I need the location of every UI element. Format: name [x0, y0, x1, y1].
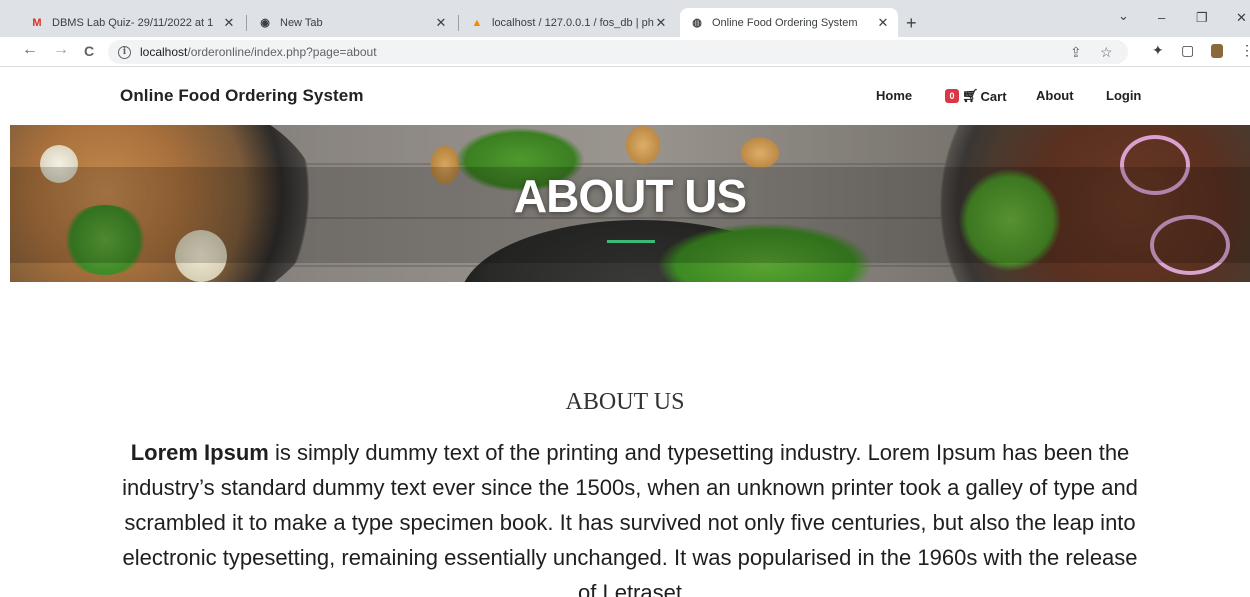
nav-cart-label: Cart	[980, 88, 1007, 104]
cashew-nut	[740, 137, 780, 169]
nav-about[interactable]: About	[1036, 88, 1074, 103]
cashew-nut	[625, 125, 661, 165]
gmail-icon: M	[32, 16, 42, 29]
nav-home[interactable]: Home	[876, 88, 912, 103]
browser-menu-icon[interactable]: ⋮	[1240, 42, 1250, 59]
paragraph-text: is simply dummy text of the printing and…	[122, 440, 1138, 597]
minimize-icon[interactable]: –	[1158, 10, 1165, 25]
restore-icon[interactable]: ❐	[1196, 10, 1208, 26]
tab-title: New Tab	[280, 16, 323, 29]
tab-separator	[458, 15, 459, 31]
close-icon[interactable]: ✕	[434, 15, 448, 31]
nav-login[interactable]: Login	[1106, 88, 1141, 103]
about-paragraph: Lorem Ipsum is simply dummy text of the …	[118, 435, 1142, 597]
hero-banner: ABOUT US	[10, 125, 1250, 282]
address-bar[interactable]: i localhost/orderonline/index.php?page=a…	[108, 40, 1128, 64]
about-heading-text: ABOUT US	[565, 389, 685, 415]
tab-online-food[interactable]: ◍ Online Food Ordering System ✕	[680, 8, 898, 37]
about-heading: ABOUT US	[0, 389, 1250, 416]
info-icon[interactable]: i	[118, 45, 131, 59]
share-icon[interactable]: ⇪	[1070, 44, 1082, 61]
lead-bold-text: Lorem Ipsum	[130, 440, 269, 465]
url-path: /orderonline/index.php?page=about	[187, 45, 377, 59]
tab-search-icon[interactable]: ⌄	[1118, 8, 1129, 24]
cart-icon: 🛒︎	[962, 88, 979, 103]
side-panel-icon[interactable]: ▢	[1181, 42, 1194, 59]
cart-count-badge: 0	[945, 89, 959, 103]
nav-cart[interactable]: 0 🛒︎ Cart	[945, 88, 1007, 104]
browser-toolbar: ← → C i localhost/orderonline/index.php?…	[0, 37, 1250, 67]
tab-separator	[246, 15, 247, 31]
close-icon[interactable]: ✕	[876, 15, 890, 31]
brand-title[interactable]: Online Food Ordering System	[120, 86, 364, 106]
bookmark-star-icon[interactable]: ☆	[1100, 44, 1113, 61]
back-icon[interactable]: ←	[22, 41, 38, 59]
extensions-icon[interactable]: ✦	[1152, 42, 1164, 59]
site-navbar: Online Food Ordering System Home 0 🛒︎ Ca…	[0, 67, 1250, 125]
phpmyadmin-icon: ▲	[471, 16, 483, 29]
close-icon[interactable]: ✕	[654, 15, 668, 31]
window-close-icon[interactable]: ✕	[1236, 10, 1247, 26]
hero-title: ABOUT US	[513, 170, 747, 222]
browser-tab-bar: M DBMS Lab Quiz- 29/11/2022 at 1 ✕ ◉ New…	[0, 0, 1250, 37]
forward-icon[interactable]: →	[53, 41, 69, 59]
tab-title: Online Food Ordering System	[712, 16, 858, 29]
profile-avatar[interactable]	[1211, 44, 1223, 58]
url-host: localhost	[140, 45, 188, 59]
hero-divider	[607, 240, 655, 243]
reload-icon[interactable]: C	[84, 43, 94, 59]
tab-phpmyadmin[interactable]: ▲ localhost / 127.0.0.1 / fos_db | ph ✕	[460, 8, 676, 37]
new-tab-button[interactable]: +	[906, 13, 917, 34]
tab-gmail[interactable]: M DBMS Lab Quiz- 29/11/2022 at 1 ✕	[20, 8, 244, 37]
chrome-icon: ◉	[260, 17, 270, 29]
tab-title: DBMS Lab Quiz- 29/11/2022 at 1	[52, 16, 214, 29]
globe-icon: ◍	[692, 17, 702, 29]
tab-new-tab[interactable]: ◉ New Tab ✕	[248, 8, 456, 37]
close-icon[interactable]: ✕	[222, 15, 236, 31]
tab-title: localhost / 127.0.0.1 / fos_db | ph	[492, 16, 654, 29]
